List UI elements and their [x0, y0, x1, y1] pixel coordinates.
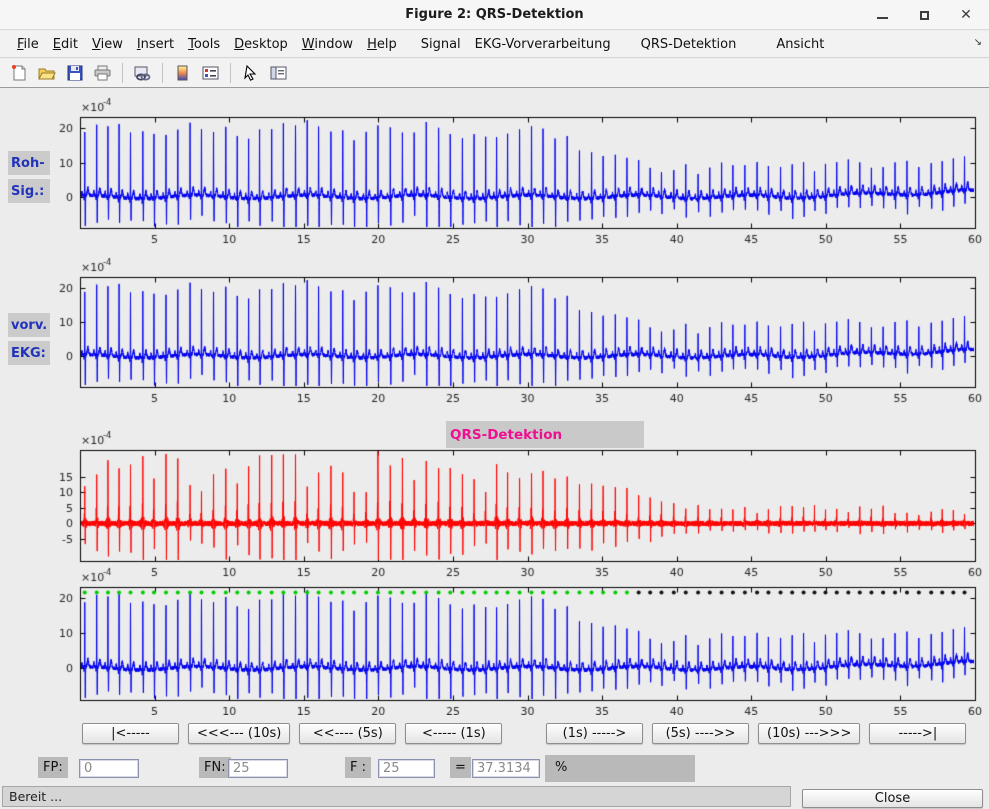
menu-desktop[interactable]: Desktop — [227, 33, 295, 56]
title-bar: Figure 2: QRS-Detektion ✕ — [0, 0, 989, 30]
f-field[interactable] — [378, 759, 435, 778]
menu-overflow-icon[interactable]: ↘ — [974, 37, 982, 48]
result-field[interactable] — [472, 759, 540, 778]
insert-legend-icon[interactable] — [198, 62, 223, 85]
print-figure-icon[interactable] — [90, 62, 115, 85]
raw-signal-label-line1: Roh- — [8, 151, 50, 175]
window-controls: ✕ — [875, 0, 973, 30]
toolbar-separator — [230, 63, 231, 83]
jump-start-button[interactable]: |<----- — [82, 723, 179, 744]
close-icon[interactable]: ✕ — [959, 8, 973, 22]
back-1s-button[interactable]: <----- (1s) — [405, 723, 502, 744]
menu-qrs-detektion[interactable]: QRS-Detektion — [634, 33, 744, 56]
back-5s-button[interactable]: <<---- (5s) — [299, 723, 396, 744]
preprocessed-label-line1: vorv. — [8, 313, 50, 337]
menu-window[interactable]: Window — [295, 33, 360, 56]
fp-label: FP: — [38, 757, 68, 778]
fn-field[interactable] — [228, 759, 288, 778]
menu-ansicht[interactable]: Ansicht — [769, 33, 831, 56]
status-text: Bereit ... — [2, 786, 791, 807]
menu-edit[interactable]: Edit — [46, 33, 85, 56]
status-bar: Bereit ... Close — [0, 785, 989, 809]
fn-label: FN: — [199, 757, 231, 778]
open-file-icon[interactable] — [34, 62, 59, 85]
toolbar-separator — [122, 63, 123, 83]
forward-1s-button[interactable]: (1s) -----> — [546, 723, 643, 744]
nav-back-group: |<----- <<<--- (10s) <<---- (5s) <----- … — [82, 723, 502, 744]
insert-colorbar-icon[interactable] — [170, 62, 195, 85]
plot-tools-icon[interactable] — [266, 62, 291, 85]
menu-ekg-vorverarbeitung[interactable]: EKG-Vorverarbeitung — [468, 33, 618, 56]
link-plot-icon[interactable] — [130, 62, 155, 85]
toolbar-separator — [162, 63, 163, 83]
edit-plot-icon[interactable] — [238, 62, 263, 85]
back-10s-button[interactable]: <<<--- (10s) — [188, 723, 290, 744]
menu-help[interactable]: Help — [360, 33, 404, 56]
close-button[interactable]: Close — [802, 789, 983, 808]
preprocessed-label-line2: EKG: — [8, 341, 50, 365]
menu-insert[interactable]: Insert — [130, 33, 181, 56]
menu-signal[interactable]: Signal — [414, 33, 468, 56]
fp-field[interactable] — [79, 759, 139, 778]
maximize-icon[interactable] — [917, 8, 931, 22]
forward-5s-button[interactable]: (5s) ---->> — [652, 723, 749, 744]
tool-bar — [0, 59, 989, 88]
f-label: F : — [345, 757, 371, 778]
qrs-detection-title: QRS-Detektion — [446, 421, 644, 448]
new-figure-icon[interactable] — [6, 62, 31, 85]
menu-bar: File Edit View Insert Tools Desktop Wind… — [0, 31, 989, 58]
percent-label: % — [550, 757, 572, 778]
menu-tools[interactable]: Tools — [181, 33, 227, 56]
menu-view[interactable]: View — [85, 33, 130, 56]
raw-signal-label-line2: Sig.: — [8, 179, 50, 203]
figure-window: Figure 2: QRS-Detektion ✕ File Edit View… — [0, 0, 989, 809]
plots-canvas — [0, 89, 989, 715]
nav-forward-group: (1s) -----> (5s) ---->> (10s) --->>> ---… — [546, 723, 966, 744]
window-title: Figure 2: QRS-Detektion — [0, 0, 989, 30]
figure-plot-area: Roh- Sig.: vorv. EKG: QRS-Detektion — [0, 89, 989, 715]
jump-end-button[interactable]: ----->| — [869, 723, 966, 744]
save-figure-icon[interactable] — [62, 62, 87, 85]
forward-10s-button[interactable]: (10s) --->>> — [758, 723, 860, 744]
menu-file[interactable]: File — [10, 33, 46, 56]
minimize-icon[interactable] — [875, 8, 889, 22]
navigation-row: |<----- <<<--- (10s) <<---- (5s) <----- … — [0, 723, 989, 747]
metrics-row: FP: FN: F : = % — [0, 755, 989, 785]
equals-label: = — [450, 757, 471, 778]
